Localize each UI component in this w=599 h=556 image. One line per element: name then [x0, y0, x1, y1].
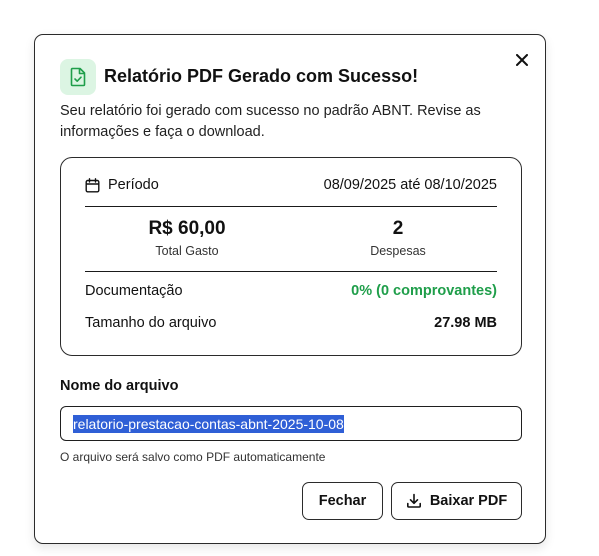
expenses-stat: 2 Despesas	[318, 218, 478, 258]
documentation-value: 0% (0 comprovantes)	[351, 283, 497, 299]
calendar-icon	[85, 177, 100, 193]
total-spent-value: R$ 60,00	[148, 218, 226, 239]
download-button-label: Baixar PDF	[429, 493, 508, 509]
file-size-value: 27.98 MB	[434, 315, 497, 331]
divider	[85, 271, 497, 272]
report-dialog: Relatório PDF Gerado com Sucesso! Seu re…	[34, 34, 546, 544]
file-check-icon	[60, 59, 96, 95]
period-value: 08/09/2025 até 08/10/2025	[323, 177, 497, 193]
close-button[interactable]	[513, 51, 531, 69]
file-size-label: Tamanho do arquivo	[85, 315, 217, 331]
report-summary-card: Período 08/09/2025 até 08/10/2025 R$ 60,…	[60, 157, 522, 356]
documentation-label: Documentação	[85, 283, 183, 299]
total-spent-stat: R$ 60,00 Total Gasto	[107, 218, 267, 258]
period-label: Período	[108, 177, 159, 193]
expenses-label: Despesas	[370, 244, 426, 258]
dialog-title: Relatório PDF Gerado com Sucesso!	[104, 66, 419, 86]
file-name-label: Nome do arquivo	[60, 378, 179, 394]
expenses-value: 2	[392, 218, 404, 239]
file-name-hint: O arquivo será salvo como PDF automatica…	[60, 450, 326, 464]
close-icon	[516, 54, 528, 66]
documentation-row: Documentação 0% (0 comprovantes)	[85, 280, 497, 302]
period-row: Período 08/09/2025 até 08/10/2025	[85, 174, 497, 196]
dialog-description: Seu relatório foi gerado com sucesso no …	[60, 103, 481, 140]
download-pdf-button[interactable]: Baixar PDF	[391, 482, 522, 520]
file-size-row: Tamanho do arquivo 27.98 MB	[85, 312, 497, 334]
total-spent-label: Total Gasto	[155, 244, 219, 258]
file-name-input[interactable]: relatorio-prestacao-contas-abnt-2025-10-…	[60, 406, 522, 441]
file-name-value: relatorio-prestacao-contas-abnt-2025-10-…	[73, 414, 344, 433]
close-button-label: Fechar	[318, 493, 367, 509]
close-dialog-button[interactable]: Fechar	[302, 482, 383, 520]
divider	[85, 206, 497, 207]
download-icon	[406, 493, 421, 508]
